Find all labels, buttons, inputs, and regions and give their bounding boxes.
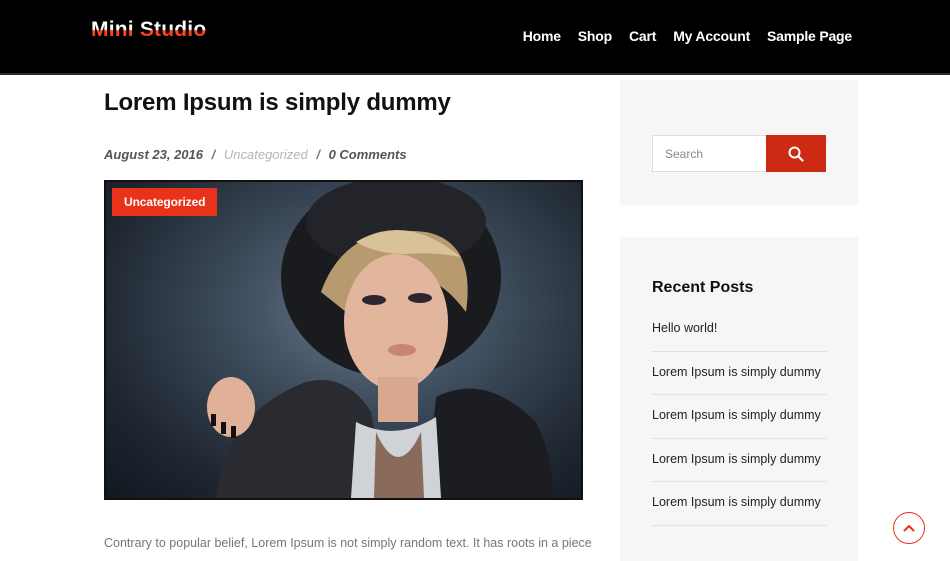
nav-item-cart: Cart bbox=[629, 28, 656, 46]
post-date[interactable]: August 23, 2016 bbox=[104, 147, 203, 162]
site-header: Mini Studio Home Shop Cart My Account Sa… bbox=[0, 0, 950, 75]
chevron-up-icon bbox=[903, 525, 915, 532]
post-comments-link[interactable]: 0 Comments bbox=[329, 147, 407, 162]
category-badge[interactable]: Uncategorized bbox=[112, 188, 218, 216]
meta-separator: / bbox=[211, 147, 216, 162]
nav-link-home[interactable]: Home bbox=[523, 28, 561, 44]
nav-item-my-account: My Account bbox=[673, 28, 750, 46]
search-input[interactable] bbox=[652, 135, 766, 172]
recent-posts-widget: Recent Posts Hello world! Lorem Ipsum is… bbox=[620, 237, 858, 561]
nav-item-home: Home bbox=[523, 28, 561, 46]
nav-link-cart[interactable]: Cart bbox=[629, 28, 656, 44]
post-meta: August 23, 2016 / Uncategorized / 0 Comm… bbox=[104, 147, 407, 162]
nav-link-my-account[interactable]: My Account bbox=[673, 28, 750, 44]
post-category-link[interactable]: Uncategorized bbox=[224, 147, 308, 162]
list-item: Lorem Ipsum is simply dummy bbox=[652, 439, 827, 482]
search-icon bbox=[788, 146, 804, 162]
featured-image[interactable]: Uncategorized bbox=[104, 180, 583, 500]
list-item: Lorem Ipsum is simply dummy bbox=[652, 352, 827, 395]
widget-title: Recent Posts bbox=[652, 279, 754, 296]
main-nav: Home Shop Cart My Account Sample Page bbox=[523, 28, 853, 46]
list-item: Lorem Ipsum is simply dummy bbox=[652, 395, 827, 439]
list-item: Lorem Ipsum is simply dummy bbox=[652, 482, 827, 526]
list-item: Hello world! bbox=[652, 308, 827, 352]
scroll-to-top-button[interactable] bbox=[893, 512, 925, 544]
post-excerpt: Contrary to popular belief, Lorem Ipsum … bbox=[104, 536, 592, 550]
recent-post-link[interactable]: Lorem Ipsum is simply dummy bbox=[652, 452, 821, 466]
meta-separator: / bbox=[316, 147, 320, 162]
search-widget bbox=[620, 80, 858, 205]
search-button[interactable] bbox=[766, 135, 826, 172]
nav-item-sample-page: Sample Page bbox=[767, 28, 852, 46]
recent-post-link[interactable]: Lorem Ipsum is simply dummy bbox=[652, 365, 821, 379]
recent-post-link[interactable]: Hello world! bbox=[652, 321, 717, 335]
recent-post-link[interactable]: Lorem Ipsum is simply dummy bbox=[652, 495, 821, 509]
recent-post-link[interactable]: Lorem Ipsum is simply dummy bbox=[652, 408, 821, 422]
nav-item-shop: Shop bbox=[578, 28, 612, 46]
post-title[interactable]: Lorem Ipsum is simply dummy bbox=[104, 89, 451, 117]
site-logo[interactable]: Mini Studio bbox=[91, 18, 206, 42]
recent-posts-list: Hello world! Lorem Ipsum is simply dummy… bbox=[652, 308, 827, 526]
nav-link-sample-page[interactable]: Sample Page bbox=[767, 28, 852, 44]
nav-link-shop[interactable]: Shop bbox=[578, 28, 612, 44]
portrait-photo bbox=[207, 182, 552, 498]
